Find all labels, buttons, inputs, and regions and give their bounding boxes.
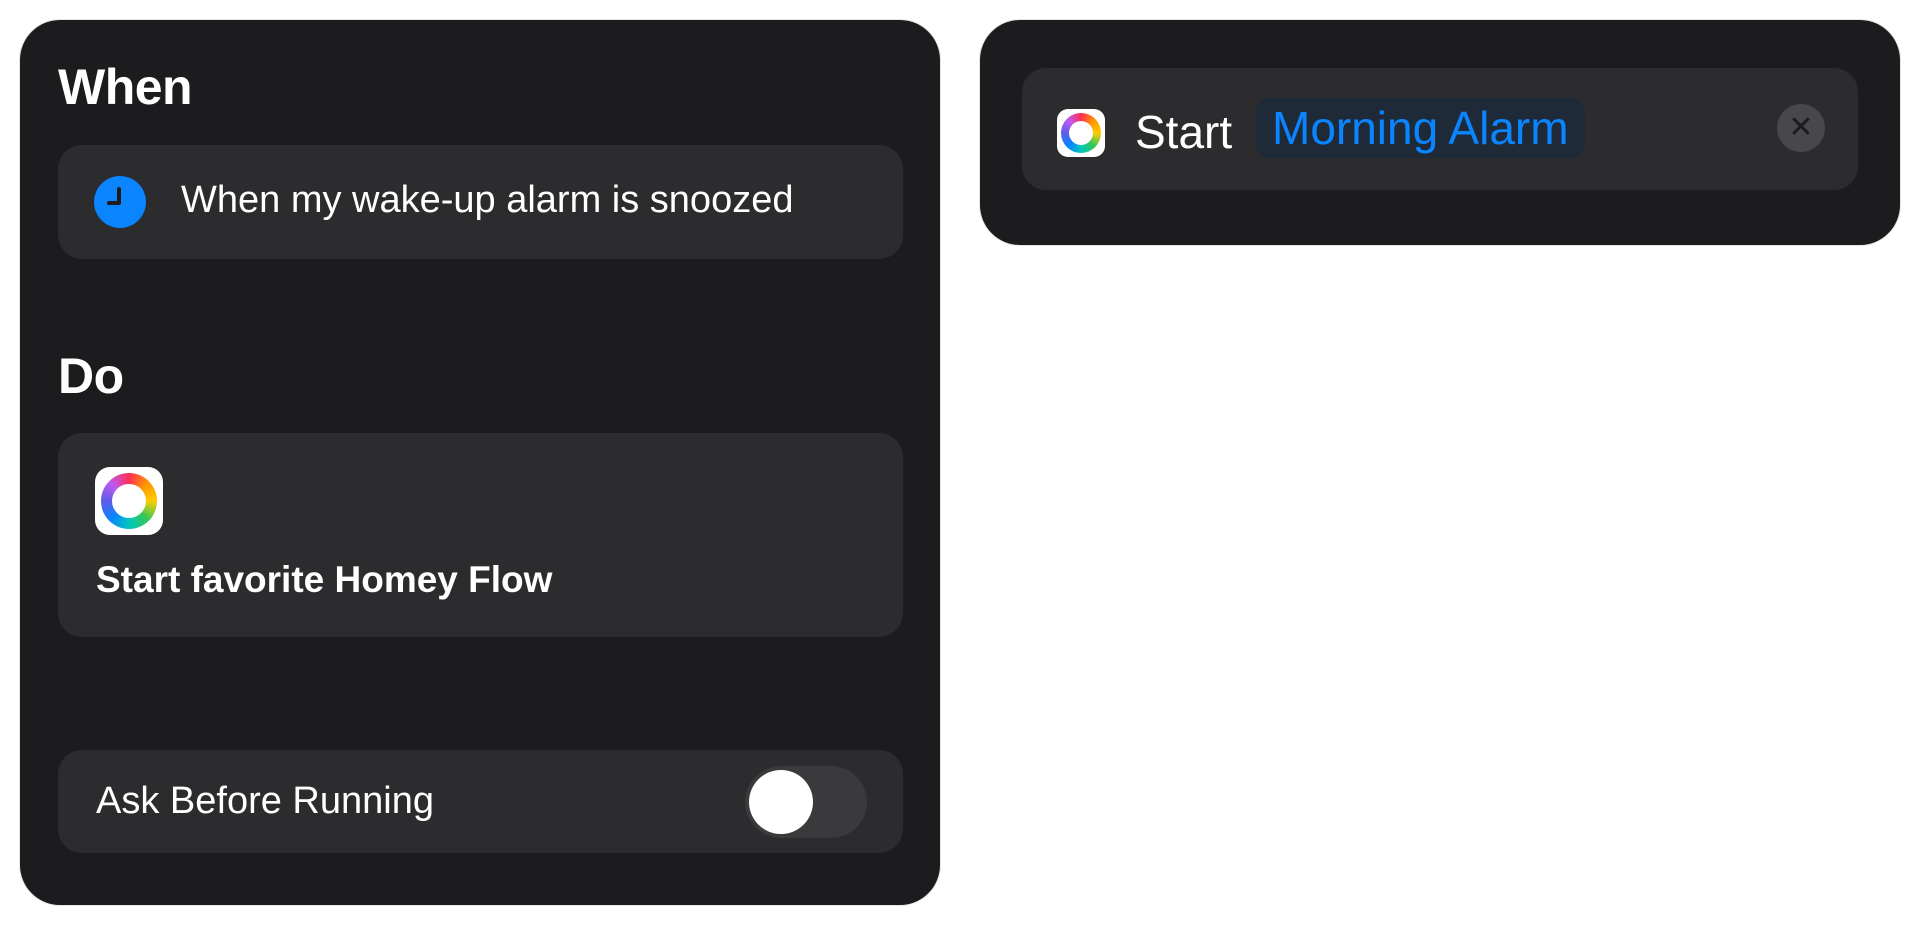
action-detail-panel: Start Morning Alarm ✕ [980, 20, 1900, 245]
do-section-title: Do [58, 348, 124, 404]
action-title: Start favorite Homey Flow [96, 559, 553, 600]
homey-app-icon [95, 467, 163, 535]
flow-name-token[interactable]: Morning Alarm [1256, 98, 1585, 158]
automation-panel: When When my wake-up alarm is snoozed Do… [20, 20, 940, 905]
ask-before-running-toggle[interactable] [745, 766, 867, 838]
ask-before-running-label: Ask Before Running [96, 780, 434, 822]
close-icon[interactable]: ✕ [1777, 104, 1825, 152]
homey-app-icon [1057, 109, 1105, 157]
ask-before-running-row: Ask Before Running [58, 750, 903, 853]
action-card[interactable]: Start favorite Homey Flow [58, 433, 903, 637]
trigger-card[interactable]: When my wake-up alarm is snoozed [58, 145, 903, 259]
trigger-description: When my wake-up alarm is snoozed [181, 179, 794, 221]
when-section-title: When [58, 59, 193, 115]
action-verb: Start [1135, 106, 1233, 158]
clock-icon [94, 176, 146, 228]
action-detail-card[interactable]: Start Morning Alarm ✕ [1022, 68, 1858, 190]
toggle-knob [749, 770, 813, 834]
